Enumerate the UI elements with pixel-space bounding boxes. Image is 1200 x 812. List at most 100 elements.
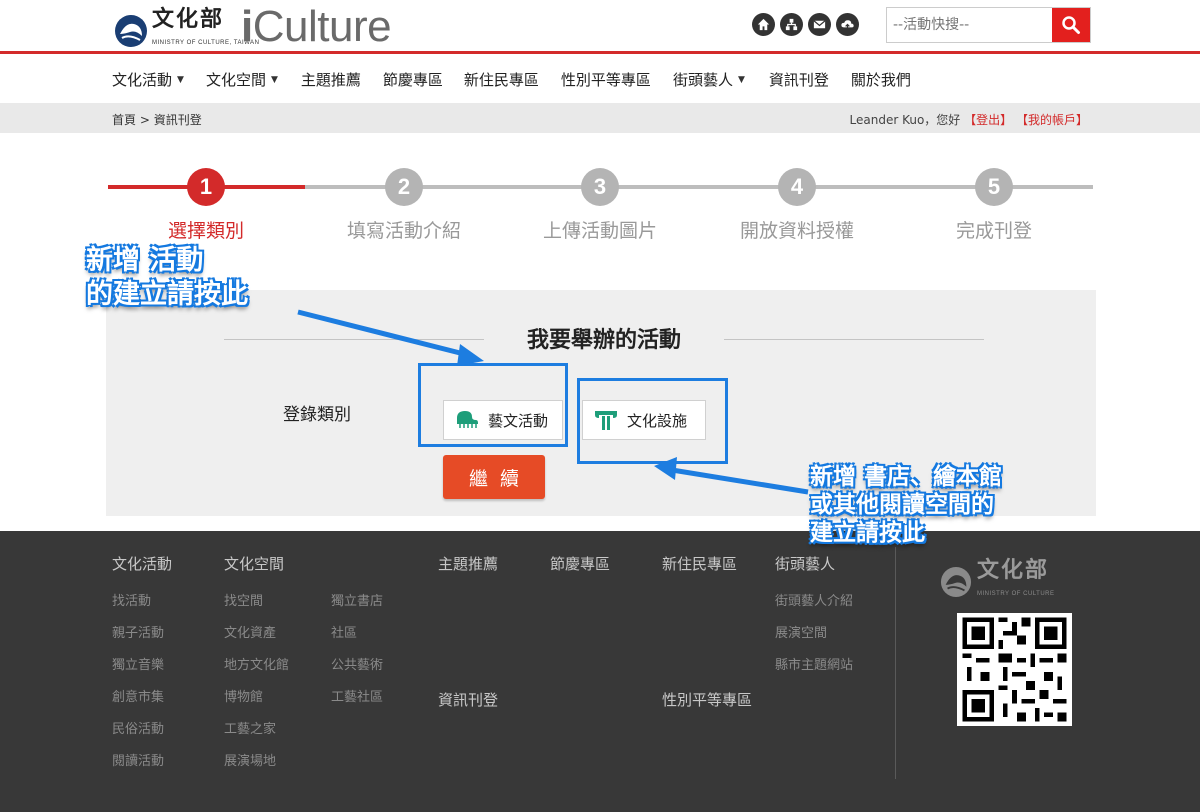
logout-link[interactable]: 【登出】 — [964, 113, 1012, 127]
step-1: 1 選擇類別 — [126, 168, 286, 243]
user-bar: Leander Kuo，您好 【登出】 【我的帳戶】 — [850, 111, 1088, 128]
step-5: 5 完成刊登 — [914, 168, 1074, 243]
footer-head-festivals[interactable]: 節慶專區 — [550, 553, 610, 574]
search-button[interactable] — [1052, 8, 1090, 42]
sitemap-icon[interactable] — [780, 13, 803, 36]
brand-i: i — [241, 2, 253, 51]
footer-link[interactable]: 文化資產 — [224, 622, 276, 641]
category-label: 登錄類別 — [283, 405, 351, 425]
step-label: 填寫活動介紹 — [346, 220, 461, 242]
continue-button[interactable]: 繼續 — [443, 455, 545, 499]
breadcrumb-separator: > — [139, 113, 150, 127]
footer-link[interactable]: 找活動 — [112, 590, 151, 609]
footer-divider — [895, 547, 896, 779]
brand-rest: Culture — [252, 2, 392, 51]
user-greeting: Leander Kuo，您好 — [849, 113, 961, 127]
annotation-arts-text: 新增 活動 的建立請按此 — [86, 244, 248, 312]
mail-icon[interactable] — [808, 13, 831, 36]
footer-link[interactable]: 親子活動 — [112, 622, 164, 641]
moc-seal-icon — [115, 15, 147, 47]
caret-down-icon: ▼ — [177, 74, 184, 85]
footer-link[interactable]: 工藝之家 — [224, 718, 276, 737]
footer-head-gender-equality[interactable]: 性別平等專區 — [662, 689, 752, 710]
nav-item-street-artists[interactable]: 街頭藝人 ▼ — [673, 69, 745, 90]
step-number: 1 — [187, 168, 225, 206]
annotation-line: 建立請按此 — [810, 519, 925, 546]
footer-link[interactable]: 地方文化館 — [224, 654, 289, 673]
nav-item-activities[interactable]: 文化活動 ▼ — [112, 69, 184, 90]
qr-code-icon — [958, 613, 1071, 726]
step-number: 3 — [581, 168, 619, 206]
footer-link[interactable]: 獨立音樂 — [112, 654, 164, 673]
site-footer: 文化活動 找活動 親子活動 獨立音樂 創意市集 民俗活動 閱讀活動 文化空間 找… — [0, 531, 1200, 812]
nav-item-festivals[interactable]: 節慶專區 — [383, 69, 443, 90]
panel-title: 我要舉辦的活動 — [224, 322, 984, 354]
caret-down-icon: ▼ — [737, 74, 745, 85]
footer-link[interactable]: 博物館 — [224, 686, 263, 705]
footer-link[interactable]: 展演場地 — [224, 750, 276, 769]
nav-item-new-residents[interactable]: 新住民專區 — [464, 69, 539, 90]
footer-head-themes[interactable]: 主題推薦 — [438, 553, 498, 574]
site-header: 文化部 MINISTRY OF CULTURE, TAIWAN iCulture — [0, 0, 1200, 54]
annotation-line: 或其他閱讀空間的 — [810, 491, 994, 518]
nav-list: 文化活動 ▼ 文化空間 ▼ 主題推薦 節慶專區 新住民專區 性別平等專區 街頭藝人 ▼… — [112, 69, 911, 90]
footer-link[interactable]: 創意市集 — [112, 686, 164, 705]
breadcrumb: 首頁 > 資訊刊登 — [112, 111, 202, 128]
nav-item-themes[interactable]: 主題推薦 — [301, 69, 361, 90]
footer-link[interactable]: 工藝社區 — [331, 686, 383, 705]
footer-head-new-residents[interactable]: 新住民專區 — [662, 553, 737, 574]
nav-item-about[interactable]: 關於我們 — [851, 69, 911, 90]
annotation-facility-text: 新增 書店、繪本館 或其他閱讀空間的 建立請按此 — [810, 463, 1002, 547]
step-3: 3 上傳活動圖片 — [520, 168, 680, 243]
annotation-box-facility — [577, 378, 728, 464]
step-number: 5 — [975, 168, 1013, 206]
search-box — [886, 7, 1091, 43]
footer-link[interactable]: 閱讀活動 — [112, 750, 164, 769]
breadcrumb-home[interactable]: 首頁 — [112, 113, 136, 127]
my-account-link[interactable]: 【我的帳戶】 — [1016, 113, 1088, 127]
annotation-box-arts — [418, 363, 568, 447]
progress-steps: 1 選擇類別 2 填寫活動介紹 3 上傳活動圖片 4 開放資料授權 5 完成刊登 — [108, 168, 1093, 248]
footer-link[interactable]: 獨立書店 — [331, 590, 383, 609]
upload-icon[interactable] — [836, 13, 859, 36]
footer-link[interactable]: 找空間 — [224, 590, 263, 609]
footer-link[interactable]: 社區 — [331, 622, 357, 641]
moc-logo[interactable]: 文化部 MINISTRY OF CULTURE, TAIWAN — [114, 8, 259, 54]
step-number: 2 — [385, 168, 423, 206]
annotation-line: 新增 書店、繪本館 — [810, 463, 1003, 490]
home-icon[interactable] — [752, 13, 775, 36]
step-label: 開放資料授權 — [739, 220, 854, 242]
step-label: 完成刊登 — [955, 220, 1032, 242]
breadcrumb-current: 資訊刊登 — [153, 113, 202, 127]
search-icon — [1062, 16, 1080, 34]
footer-head-street-artists[interactable]: 街頭藝人 — [775, 553, 835, 574]
annotation-line: 的建立請按此 — [86, 279, 248, 310]
footer-logo-subtext: MINISTRY OF CULTURE — [977, 591, 1055, 597]
step-label: 選擇類別 — [167, 220, 244, 242]
step-number: 4 — [778, 168, 816, 206]
nav-item-gender-equality[interactable]: 性別平等專區 — [561, 69, 651, 90]
step-label: 上傳活動圖片 — [542, 220, 657, 242]
annotation-line: 新增 活動 — [86, 245, 204, 276]
footer-link[interactable]: 民俗活動 — [112, 718, 164, 737]
step-4: 4 開放資料授權 — [717, 168, 877, 243]
footer-link[interactable]: 街頭藝人介紹 — [775, 590, 853, 609]
footer-link[interactable]: 展演空間 — [775, 622, 827, 641]
footer-head-activities[interactable]: 文化活動 — [112, 553, 172, 574]
footer-link[interactable]: 縣市主題網站 — [775, 654, 853, 673]
panel-title-wrap: 我要舉辦的活動 — [224, 322, 984, 354]
search-input[interactable] — [887, 8, 1053, 42]
main-nav: 文化活動 ▼ 文化空間 ▼ 主題推薦 節慶專區 新住民專區 性別平等專區 街頭藝人 ▼… — [0, 57, 1200, 103]
footer-logo-text: 文化部 MINISTRY OF CULTURE — [977, 559, 1055, 605]
qr-code — [957, 613, 1072, 726]
nav-item-publish[interactable]: 資訊刊登 — [769, 69, 829, 90]
footer-moc-logo[interactable]: 文化部 MINISTRY OF CULTURE — [940, 559, 1055, 605]
footer-head-spaces[interactable]: 文化空間 — [224, 553, 284, 574]
nav-item-spaces[interactable]: 文化空間 ▼ — [206, 69, 278, 90]
caret-down-icon: ▼ — [270, 74, 278, 85]
footer-head-publish[interactable]: 資訊刊登 — [438, 689, 498, 710]
iculture-brand[interactable]: iCulture — [241, 2, 392, 52]
footer-link[interactable]: 公共藝術 — [331, 654, 383, 673]
quick-icons — [752, 13, 859, 36]
breadcrumb-bar: 首頁 > 資訊刊登 Leander Kuo，您好 【登出】 【我的帳戶】 — [0, 103, 1200, 133]
